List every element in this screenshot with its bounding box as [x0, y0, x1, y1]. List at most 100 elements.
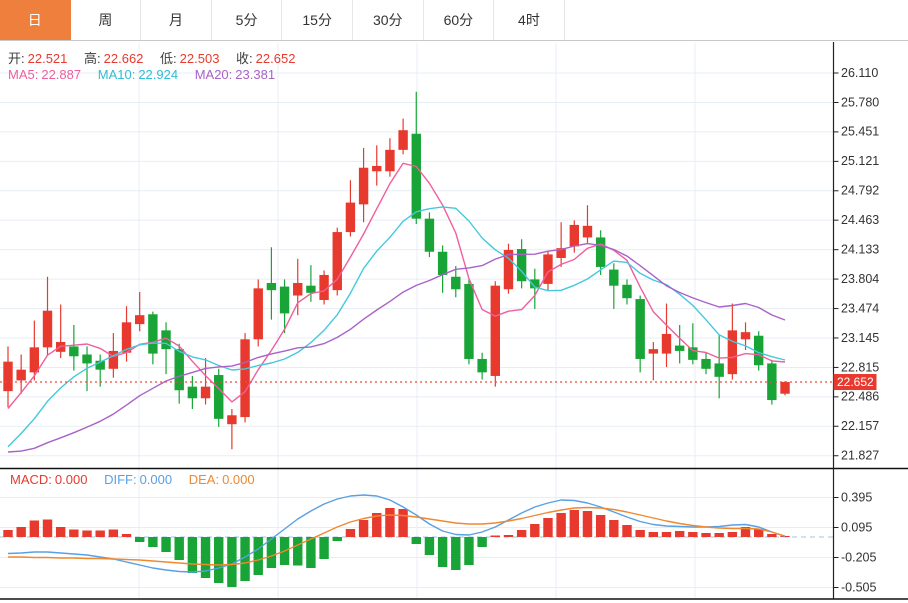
candle-body-down[interactable]: [82, 354, 92, 364]
macd-bar-negative[interactable]: [214, 537, 224, 583]
macd-bar-positive[interactable]: [358, 520, 369, 537]
candle-body-up[interactable]: [29, 347, 40, 373]
macd-bar-positive[interactable]: [345, 529, 356, 537]
macd-bar-positive[interactable]: [582, 511, 593, 537]
macd-bar-negative[interactable]: [451, 537, 461, 570]
candle-body-up[interactable]: [240, 339, 250, 418]
candle-body-down[interactable]: [148, 314, 158, 354]
candle-body-down[interactable]: [674, 345, 685, 351]
macd-bar-negative[interactable]: [437, 537, 448, 567]
macd-bar-positive[interactable]: [569, 510, 580, 537]
macd-bar-positive[interactable]: [674, 531, 685, 537]
macd-bar-positive[interactable]: [767, 534, 777, 537]
candle-body-down[interactable]: [701, 358, 711, 369]
macd-bar-positive[interactable]: [121, 534, 132, 537]
macd-bar-positive[interactable]: [701, 533, 711, 537]
candle-body-down[interactable]: [464, 283, 474, 359]
tab-week[interactable]: 周: [71, 0, 142, 40]
candle-body-up[interactable]: [227, 415, 237, 425]
macd-bar-positive[interactable]: [69, 529, 79, 538]
candle-body-down[interactable]: [306, 285, 316, 293]
macd-bar-positive[interactable]: [595, 515, 606, 537]
macd-bar-positive[interactable]: [714, 533, 724, 537]
macd-bar-negative[interactable]: [411, 537, 421, 544]
candle-body-down[interactable]: [174, 349, 184, 391]
macd-bar-negative[interactable]: [306, 537, 316, 568]
macd-bar-negative[interactable]: [293, 537, 303, 566]
chart-canvas[interactable]: 26.110 25.780 25.451 25.121 24.792 24.463 24.1…: [0, 0, 908, 603]
macd-bar-positive[interactable]: [82, 530, 92, 538]
macd-bar-positive[interactable]: [635, 530, 645, 537]
macd-bar-positive[interactable]: [609, 520, 619, 537]
macd-bar-positive[interactable]: [727, 532, 738, 537]
candle-body-up[interactable]: [543, 254, 553, 284]
candle-body-up[interactable]: [385, 149, 395, 172]
macd-bar-positive[interactable]: [516, 530, 527, 537]
candle-body-down[interactable]: [266, 283, 277, 291]
candle-body-up[interactable]: [293, 283, 303, 296]
candle-body-down[interactable]: [609, 269, 619, 286]
macd-bar-negative[interactable]: [253, 537, 263, 575]
macd-bar-positive[interactable]: [42, 519, 53, 538]
candle-body-up[interactable]: [490, 285, 500, 376]
candle-body-down[interactable]: [688, 347, 698, 360]
macd-bar-negative[interactable]: [174, 537, 184, 560]
candle-body-up[interactable]: [740, 332, 751, 340]
tab-15min[interactable]: 15分: [282, 0, 353, 40]
macd-bar-positive[interactable]: [648, 532, 659, 537]
candle-body-down[interactable]: [477, 358, 487, 373]
macd-bar-negative[interactable]: [187, 537, 198, 573]
candle-body-down[interactable]: [69, 346, 79, 357]
candle-body-down[interactable]: [622, 284, 632, 299]
candle-body-up[interactable]: [569, 224, 580, 247]
candle-body-up[interactable]: [253, 288, 263, 340]
macd-bar-positive[interactable]: [385, 508, 395, 537]
candle-body-up[interactable]: [661, 333, 672, 354]
candle-body-up[interactable]: [345, 202, 356, 233]
candle-body-down[interactable]: [187, 386, 198, 399]
macd-bar-positive[interactable]: [29, 520, 40, 538]
macd-bar-positive[interactable]: [95, 530, 105, 538]
macd-bar-negative[interactable]: [135, 537, 145, 542]
macd-bar-negative[interactable]: [319, 537, 329, 559]
macd-bar-positive[interactable]: [661, 532, 672, 537]
candle-body-down[interactable]: [451, 276, 461, 290]
macd-bar-positive[interactable]: [398, 509, 408, 537]
macd-bar-negative[interactable]: [424, 537, 435, 555]
macd-bar-positive[interactable]: [16, 527, 26, 537]
macd-bar-negative[interactable]: [332, 537, 342, 541]
macd-bar-positive[interactable]: [490, 535, 500, 538]
tab-month[interactable]: 月: [141, 0, 212, 40]
macd-bar-positive[interactable]: [3, 530, 13, 537]
macd-bar-positive[interactable]: [556, 513, 566, 537]
candle-body-up[interactable]: [648, 349, 659, 354]
tab-day[interactable]: 日: [0, 0, 71, 40]
candle-body-up[interactable]: [582, 225, 593, 238]
macd-bar-negative[interactable]: [148, 537, 158, 547]
tab-5min[interactable]: 5分: [212, 0, 283, 40]
candle-body-down[interactable]: [595, 237, 606, 267]
candlestick-series[interactable]: [3, 91, 790, 450]
candle-body-down[interactable]: [279, 286, 290, 314]
candle-body-down[interactable]: [424, 218, 435, 252]
macd-bar-positive[interactable]: [55, 527, 66, 537]
macd-bar-negative[interactable]: [477, 537, 487, 547]
candle-body-up[interactable]: [135, 315, 145, 325]
candle-body-down[interactable]: [437, 251, 448, 275]
macd-bar-negative[interactable]: [464, 537, 474, 565]
macd-histogram[interactable]: [3, 508, 790, 587]
macd-bar-positive[interactable]: [622, 525, 632, 537]
macd-bar-positive[interactable]: [530, 524, 540, 537]
candle-body-up[interactable]: [780, 382, 790, 394]
tab-60min[interactable]: 60分: [424, 0, 495, 40]
macd-bar-negative[interactable]: [161, 537, 171, 552]
macd-bar-positive[interactable]: [543, 518, 553, 537]
candle-body-down[interactable]: [714, 363, 724, 377]
tab-30min[interactable]: 30分: [353, 0, 424, 40]
candle-body-up[interactable]: [3, 361, 13, 392]
macd-bar-positive[interactable]: [108, 529, 119, 538]
candle-body-up[interactable]: [727, 330, 738, 375]
candle-body-up[interactable]: [42, 310, 53, 348]
candle-body-up[interactable]: [358, 167, 369, 205]
candle-body-down[interactable]: [635, 299, 645, 359]
